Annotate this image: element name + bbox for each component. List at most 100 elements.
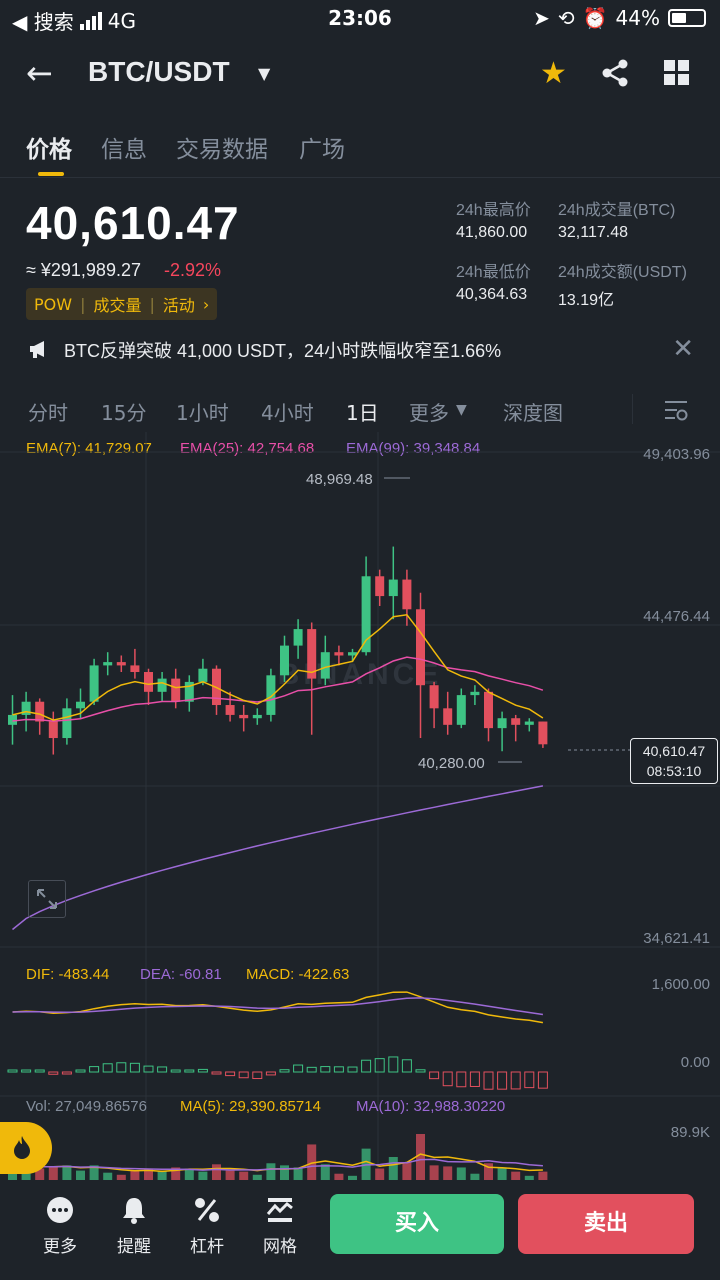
grid-trading-button[interactable]: 网格 [252, 1194, 308, 1257]
low-label: 24h最低价 [456, 264, 531, 281]
vol-btc-value: 32,117.48 [558, 224, 628, 241]
tag-pow[interactable]: POW [34, 295, 72, 314]
macd-bar [211, 1071, 222, 1075]
candle-body [266, 675, 276, 715]
alert-label: 提醒 [117, 1237, 151, 1257]
tag-separator: | [149, 294, 155, 314]
kline-chart[interactable]: EMA(7): 41,729.07 EMA(25): 42,754.68 EMA… [0, 432, 720, 1180]
buy-button[interactable]: 买入 [330, 1194, 504, 1254]
candle-body [103, 662, 113, 666]
volume-bar [511, 1171, 521, 1180]
candle-body [416, 609, 425, 686]
tab-price[interactable]: 价格 [26, 130, 72, 164]
interval-15m[interactable]: 15分 [101, 397, 146, 426]
macd-bar [184, 1069, 195, 1073]
interval-1h[interactable]: 1小时 [176, 397, 229, 426]
candle-body [511, 718, 521, 725]
last-price: 40,610.47 [26, 197, 240, 249]
news-banner[interactable]: BTC反弹突破 41,000 USDT，24小时跌幅收窄至1.66% ✕ [28, 334, 698, 364]
macd-bar [388, 1056, 399, 1073]
tag-volume[interactable]: 成交量 [93, 292, 141, 316]
tab-square[interactable]: 广场 [299, 130, 345, 164]
candle-body [157, 678, 167, 692]
price-change: -2.92% [164, 260, 222, 280]
bottom-action-bar: 更多 提醒 杠杆 网格 买入 卖出 [0, 1122, 720, 1280]
volume-bar [388, 1157, 398, 1180]
candle-body [429, 685, 439, 709]
section-tabs: 价格 信息 交易数据 广场 [0, 124, 720, 176]
caret-down-icon[interactable]: ▼ [456, 402, 467, 418]
active-tab-indicator [38, 172, 64, 176]
candle-body [388, 579, 398, 597]
favorite-star-icon[interactable]: ★ [540, 56, 567, 91]
top-header: ← BTC/USDT ▼ ★ [0, 44, 720, 104]
sell-button[interactable]: 卖出 [518, 1194, 694, 1254]
location-icon: ➤ [533, 6, 550, 30]
alert-button[interactable]: 提醒 [106, 1194, 162, 1257]
volume-bar [130, 1170, 140, 1180]
grid-menu-icon[interactable] [664, 60, 690, 86]
interval-4h[interactable]: 4小时 [261, 397, 314, 426]
fullscreen-button[interactable] [28, 880, 66, 918]
axis-mid-label: 44,476.44 [643, 608, 710, 625]
macd-bar [34, 1069, 45, 1073]
vol-usdt-value: 13.19亿 [558, 292, 615, 309]
low-value: 40,364.63 [456, 286, 528, 303]
dea-line [12, 997, 544, 1016]
interval-time[interactable]: 分时 [28, 397, 68, 426]
volume-bar [416, 1134, 425, 1180]
volume-bar [456, 1167, 466, 1180]
macd-bar [483, 1071, 494, 1090]
tag-activity[interactable]: 活动 [163, 292, 195, 316]
news-text[interactable]: BTC反弹突破 41,000 USDT，24小时跌幅收窄至1.66% [64, 337, 501, 363]
candle-body [89, 665, 99, 702]
close-icon[interactable]: ✕ [672, 334, 694, 364]
caret-down-icon[interactable]: ▼ [258, 64, 270, 83]
vol-btc-label: 24h成交量(BTC) [558, 202, 676, 219]
interval-more[interactable]: 更多 [409, 397, 449, 426]
macd-top-label: 1,600.00 [651, 976, 710, 993]
battery-percent: 44% [615, 6, 660, 30]
leverage-button[interactable]: 杠杆 [179, 1194, 235, 1257]
macd-bar [170, 1069, 181, 1073]
candle-body [48, 721, 58, 739]
interval-1d[interactable]: 1日 [346, 397, 379, 426]
macd-bar [537, 1071, 548, 1089]
vol-usdt-label: 24h成交额(USDT) [558, 264, 687, 281]
macd-bar [333, 1066, 344, 1073]
macd-bar [306, 1066, 317, 1073]
macd-bar [252, 1071, 263, 1080]
candle-body [456, 695, 466, 725]
macd-bar [374, 1058, 385, 1073]
share-icon[interactable] [600, 58, 630, 88]
more-button[interactable]: 更多 [32, 1194, 88, 1257]
hot-button[interactable] [0, 1122, 52, 1174]
back-arrow-icon[interactable]: ← [26, 54, 53, 92]
tab-trading-data[interactable]: 交易数据 [176, 130, 268, 164]
macd-bar [510, 1071, 521, 1090]
candle-body [484, 691, 493, 729]
leverage-label: 杠杆 [190, 1237, 224, 1257]
chart-canvas[interactable]: BINANCE 48,969.48 40,280.00 [0, 432, 720, 1180]
chart-settings-icon[interactable] [664, 398, 688, 422]
macd-bar [320, 1066, 331, 1073]
candle-body [144, 672, 153, 692]
volume-bar [280, 1165, 289, 1180]
divider [0, 177, 720, 178]
candle-body [252, 714, 262, 719]
volume-bar [266, 1163, 276, 1180]
volume-bar [62, 1165, 72, 1180]
volume-bar [48, 1166, 58, 1180]
axis-low-label: 34,621.41 [643, 930, 710, 947]
alarm-icon: ⏰ [582, 6, 608, 30]
tag-strip[interactable]: POW | 成交量 | 活动 › [26, 288, 218, 320]
ema99-line [12, 785, 544, 931]
tab-info[interactable]: 信息 [101, 130, 147, 164]
bell-icon [123, 1198, 145, 1224]
divider [632, 394, 633, 424]
rotation-lock-icon: ⟲ [557, 6, 575, 30]
macd-bar [61, 1071, 72, 1075]
candle-body [470, 691, 480, 696]
pair-selector[interactable]: BTC/USDT [88, 56, 230, 88]
interval-depth[interactable]: 深度图 [503, 397, 563, 426]
